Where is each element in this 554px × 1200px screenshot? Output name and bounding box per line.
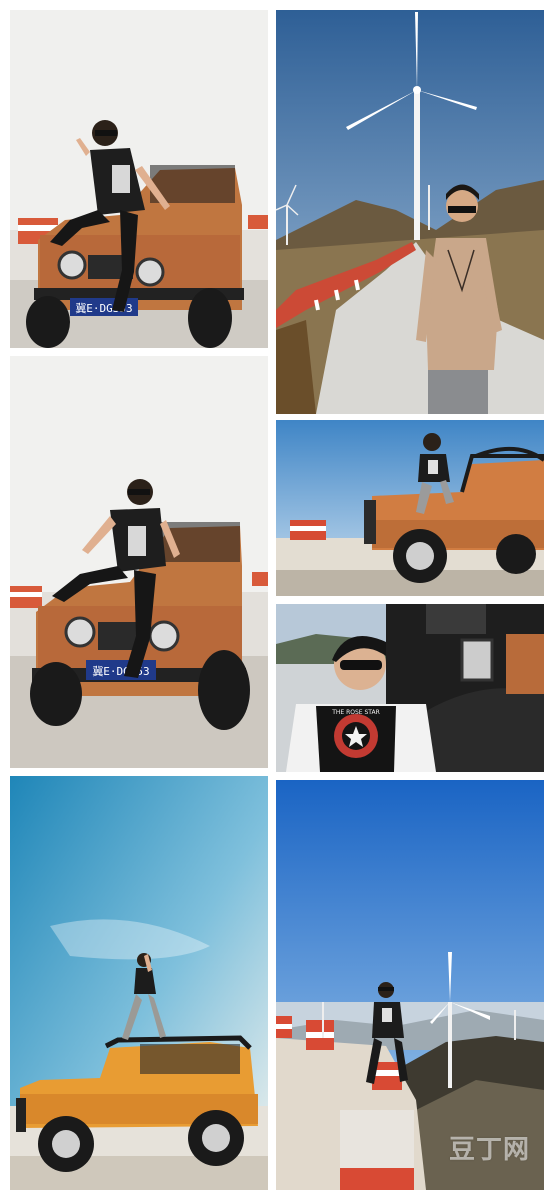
- portrait-scene: THE ROSE STAR: [276, 604, 544, 772]
- turbine-road-scene: [276, 10, 544, 414]
- shirt-print-text: THE ROSE STAR: [331, 709, 380, 716]
- photo-jeep-sitting-1: 冀E·DG353: [10, 10, 268, 348]
- photo-jeep-seat: [276, 420, 544, 596]
- jeep-seat-scene: [276, 420, 544, 596]
- standing-jeep-scene: [10, 776, 268, 1190]
- watermark-text: 豆丁网: [448, 1135, 530, 1165]
- photo-portrait-in-jeep: THE ROSE STAR: [276, 604, 544, 772]
- photo-wind-turbine-road: [276, 10, 544, 414]
- photo-jeep-sitting-2: 冀E·DG353: [10, 356, 268, 768]
- photo-standing-on-jeep: [10, 776, 268, 1190]
- jeep-scene-2: 冀E·DG353: [10, 356, 268, 768]
- photo-mountain-turbines: 豆丁网: [276, 780, 544, 1190]
- jeep-scene: 冀E·DG353: [10, 10, 268, 348]
